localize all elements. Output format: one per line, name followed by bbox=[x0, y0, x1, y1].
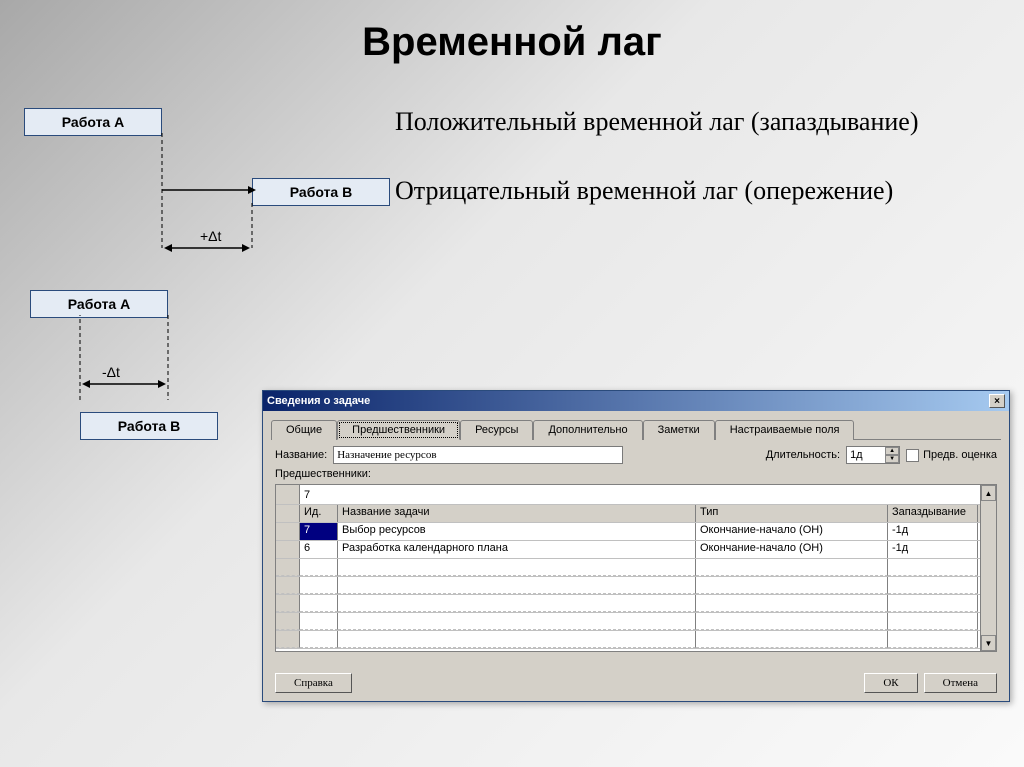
paragraph-positive-lag: Положительный временной лаг (запаздывани… bbox=[395, 105, 995, 139]
cell-name[interactable]: Выбор ресурсов bbox=[338, 523, 696, 540]
slide-body-text: Положительный временной лаг (запаздывани… bbox=[395, 105, 995, 243]
dialog-tabs: Общие Предшественники Ресурсы Дополнител… bbox=[271, 419, 1001, 440]
diagram-box-task-a-2: Работа А bbox=[30, 290, 168, 318]
estimate-label: Предв. оценка bbox=[923, 449, 997, 461]
grid-edit-rowhead bbox=[276, 485, 300, 504]
cell-type[interactable]: Окончание-начало (ОН) bbox=[696, 541, 888, 558]
cancel-button[interactable]: Отмена bbox=[924, 673, 997, 693]
grid-edit-input[interactable] bbox=[300, 485, 996, 504]
scroll-up-icon[interactable]: ▲ bbox=[981, 485, 996, 501]
tab-resources[interactable]: Ресурсы bbox=[460, 420, 533, 440]
col-id[interactable]: Ид. bbox=[300, 505, 338, 522]
cell-lag[interactable]: -1д bbox=[888, 541, 978, 558]
spinner-down-icon[interactable]: ▼ bbox=[885, 455, 899, 463]
cell-type[interactable]: Окончание-начало (ОН) bbox=[696, 523, 888, 540]
grid-row-empty[interactable] bbox=[276, 577, 996, 595]
grid-row-empty[interactable] bbox=[276, 559, 996, 577]
spinner-up-icon[interactable]: ▲ bbox=[885, 447, 899, 455]
slide-title: Временной лаг bbox=[0, 0, 1024, 65]
grid-row-empty[interactable] bbox=[276, 595, 996, 613]
col-type[interactable]: Тип bbox=[696, 505, 888, 522]
grid-row-empty[interactable] bbox=[276, 613, 996, 631]
duration-input[interactable] bbox=[847, 447, 885, 463]
diagram-box-task-b-2: Работа В bbox=[80, 412, 218, 440]
col-lag[interactable]: Запаздывание bbox=[888, 505, 978, 522]
diagram-box-task-b-1: Работа В bbox=[252, 178, 390, 206]
cell-id[interactable]: 7 bbox=[300, 523, 338, 540]
help-button[interactable]: Справка bbox=[275, 673, 352, 693]
duration-label: Длительность: bbox=[766, 449, 840, 461]
name-label: Название: bbox=[275, 449, 327, 461]
col-name[interactable]: Название задачи bbox=[338, 505, 696, 522]
dialog-title: Сведения о задаче bbox=[267, 395, 370, 407]
name-input[interactable] bbox=[333, 446, 623, 464]
tab-custom-fields[interactable]: Настраиваемые поля bbox=[715, 420, 855, 440]
scroll-down-icon[interactable]: ▼ bbox=[981, 635, 996, 651]
paragraph-negative-lag: Отрицательный временной лаг (опережение) bbox=[395, 174, 995, 208]
grid-row-empty[interactable] bbox=[276, 631, 996, 649]
diagram-label-minus-delta: -Δt bbox=[102, 364, 120, 380]
dialog-titlebar: Сведения о задаче × bbox=[263, 391, 1009, 411]
tab-notes[interactable]: Заметки bbox=[643, 420, 715, 440]
grid-header: Ид. Название задачи Тип Запаздывание bbox=[276, 505, 996, 523]
tab-general[interactable]: Общие bbox=[271, 420, 337, 440]
checkbox-box-icon[interactable] bbox=[906, 449, 919, 462]
predecessors-grid: Ид. Название задачи Тип Запаздывание 7 В… bbox=[275, 484, 997, 652]
tab-advanced[interactable]: Дополнительно bbox=[533, 420, 642, 440]
estimate-checkbox[interactable]: Предв. оценка bbox=[906, 449, 997, 462]
cell-id[interactable]: 6 bbox=[300, 541, 338, 558]
duration-spinner[interactable]: ▲ ▼ bbox=[846, 446, 900, 464]
diagram-box-task-a-1: Работа А bbox=[24, 108, 162, 136]
ok-button[interactable]: ОК bbox=[864, 673, 917, 693]
task-info-dialog: Сведения о задаче × Общие Предшественник… bbox=[262, 390, 1010, 702]
cell-lag[interactable]: -1д bbox=[888, 523, 978, 540]
cell-name[interactable]: Разработка календарного плана bbox=[338, 541, 696, 558]
predecessors-section-label: Предшественники: bbox=[263, 466, 1009, 482]
close-button[interactable]: × bbox=[989, 394, 1005, 408]
diagram-label-plus-delta: +Δt bbox=[200, 228, 221, 244]
grid-scrollbar[interactable]: ▲ ▼ bbox=[980, 485, 996, 651]
tab-predecessors[interactable]: Предшественники bbox=[337, 420, 460, 440]
grid-row[interactable]: 7 Выбор ресурсов Окончание-начало (ОН) -… bbox=[276, 523, 996, 541]
grid-row[interactable]: 6 Разработка календарного плана Окончани… bbox=[276, 541, 996, 559]
